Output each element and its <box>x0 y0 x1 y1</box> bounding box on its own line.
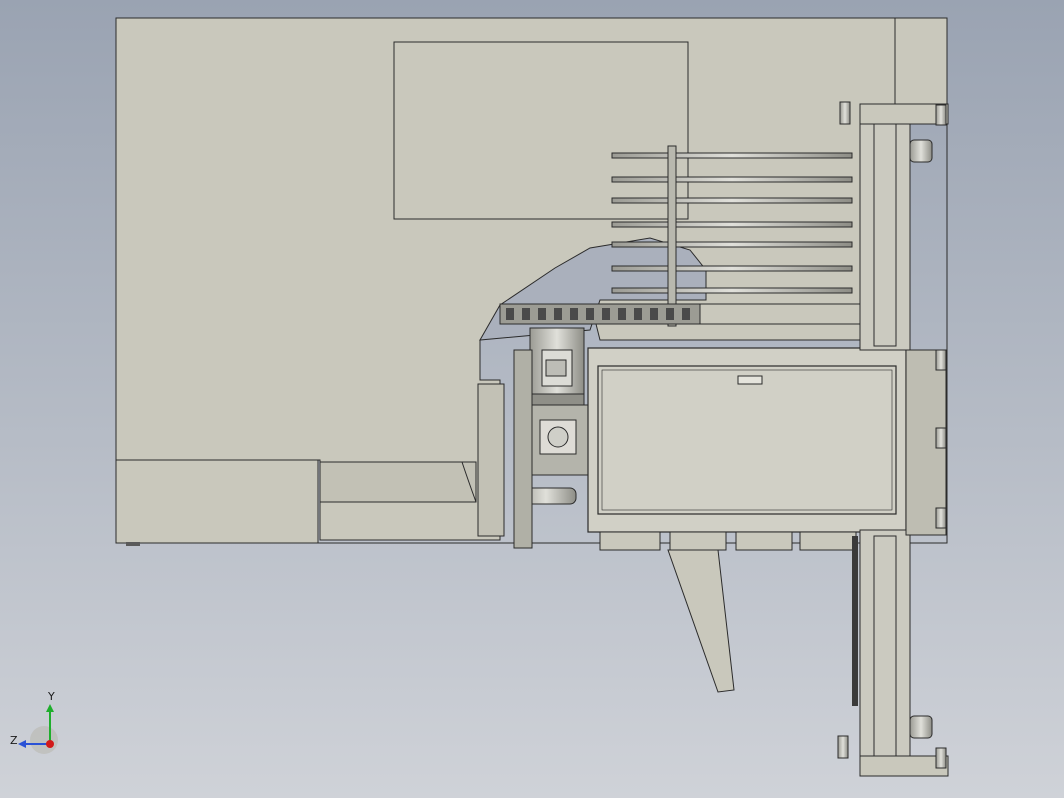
triad-axes <box>18 704 58 754</box>
main-frame <box>587 347 907 551</box>
cable-chain-icon <box>499 303 871 325</box>
chute <box>667 549 735 693</box>
motor-icon <box>529 327 585 407</box>
base-foot <box>126 542 140 546</box>
z-axis-label: Z <box>10 734 18 747</box>
y-axis-label: Y <box>48 690 55 703</box>
orientation-triad[interactable]: Y Z <box>8 690 72 760</box>
cad-viewport[interactable] <box>0 0 1064 798</box>
